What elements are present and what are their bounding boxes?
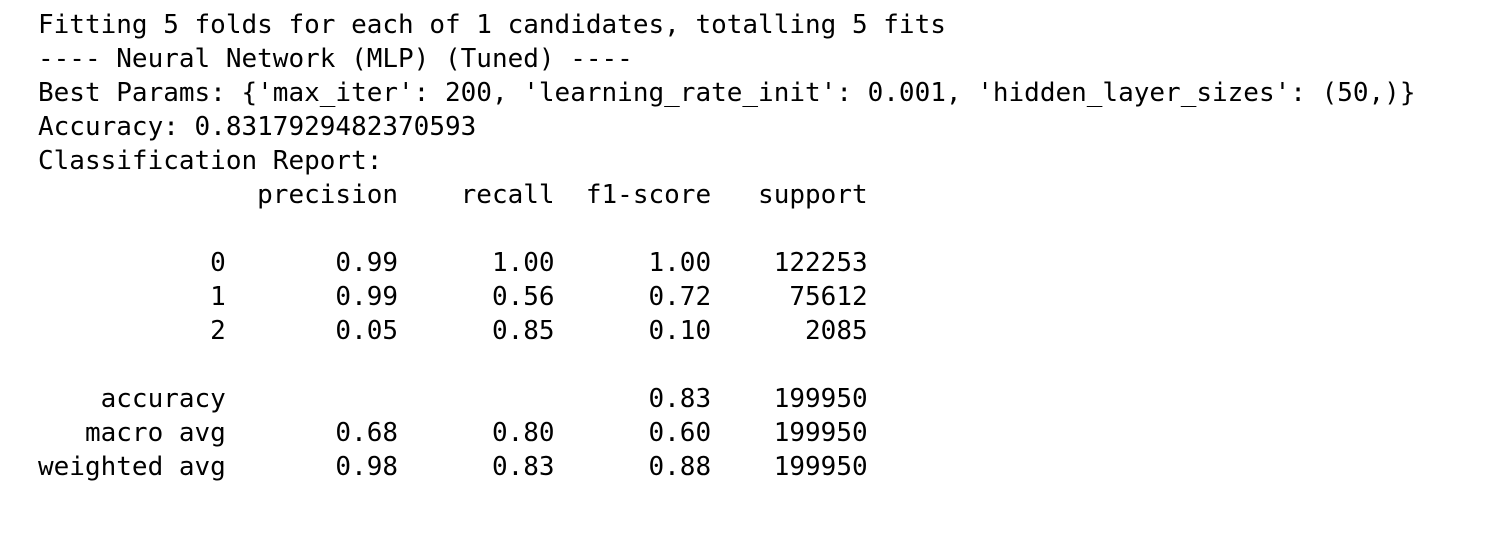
report-row-accuracy: accuracy 0.83 199950 bbox=[38, 384, 868, 414]
report-header-row: precision recall f1-score support bbox=[38, 180, 868, 210]
report-row-weighted-avg: weighted avg 0.98 0.83 0.88 199950 bbox=[38, 452, 868, 482]
report-row-class-0: 0 0.99 1.00 1.00 122253 bbox=[38, 248, 868, 278]
fitting-info-line: Fitting 5 folds for each of 1 candidates… bbox=[38, 10, 946, 40]
report-row-macro-avg: macro avg 0.68 0.80 0.60 199950 bbox=[38, 418, 868, 448]
model-header-line: ---- Neural Network (MLP) (Tuned) ---- bbox=[38, 44, 633, 74]
report-row-class-2: 2 0.05 0.85 0.10 2085 bbox=[38, 316, 868, 346]
accuracy-line: Accuracy: 0.8317929482370593 bbox=[38, 112, 477, 142]
best-params-line: Best Params: {'max_iter': 200, 'learning… bbox=[38, 78, 1416, 108]
console-output: Fitting 5 folds for each of 1 candidates… bbox=[38, 8, 1416, 484]
report-title-line: Classification Report: bbox=[38, 146, 383, 176]
report-row-class-1: 1 0.99 0.56 0.72 75612 bbox=[38, 282, 868, 312]
